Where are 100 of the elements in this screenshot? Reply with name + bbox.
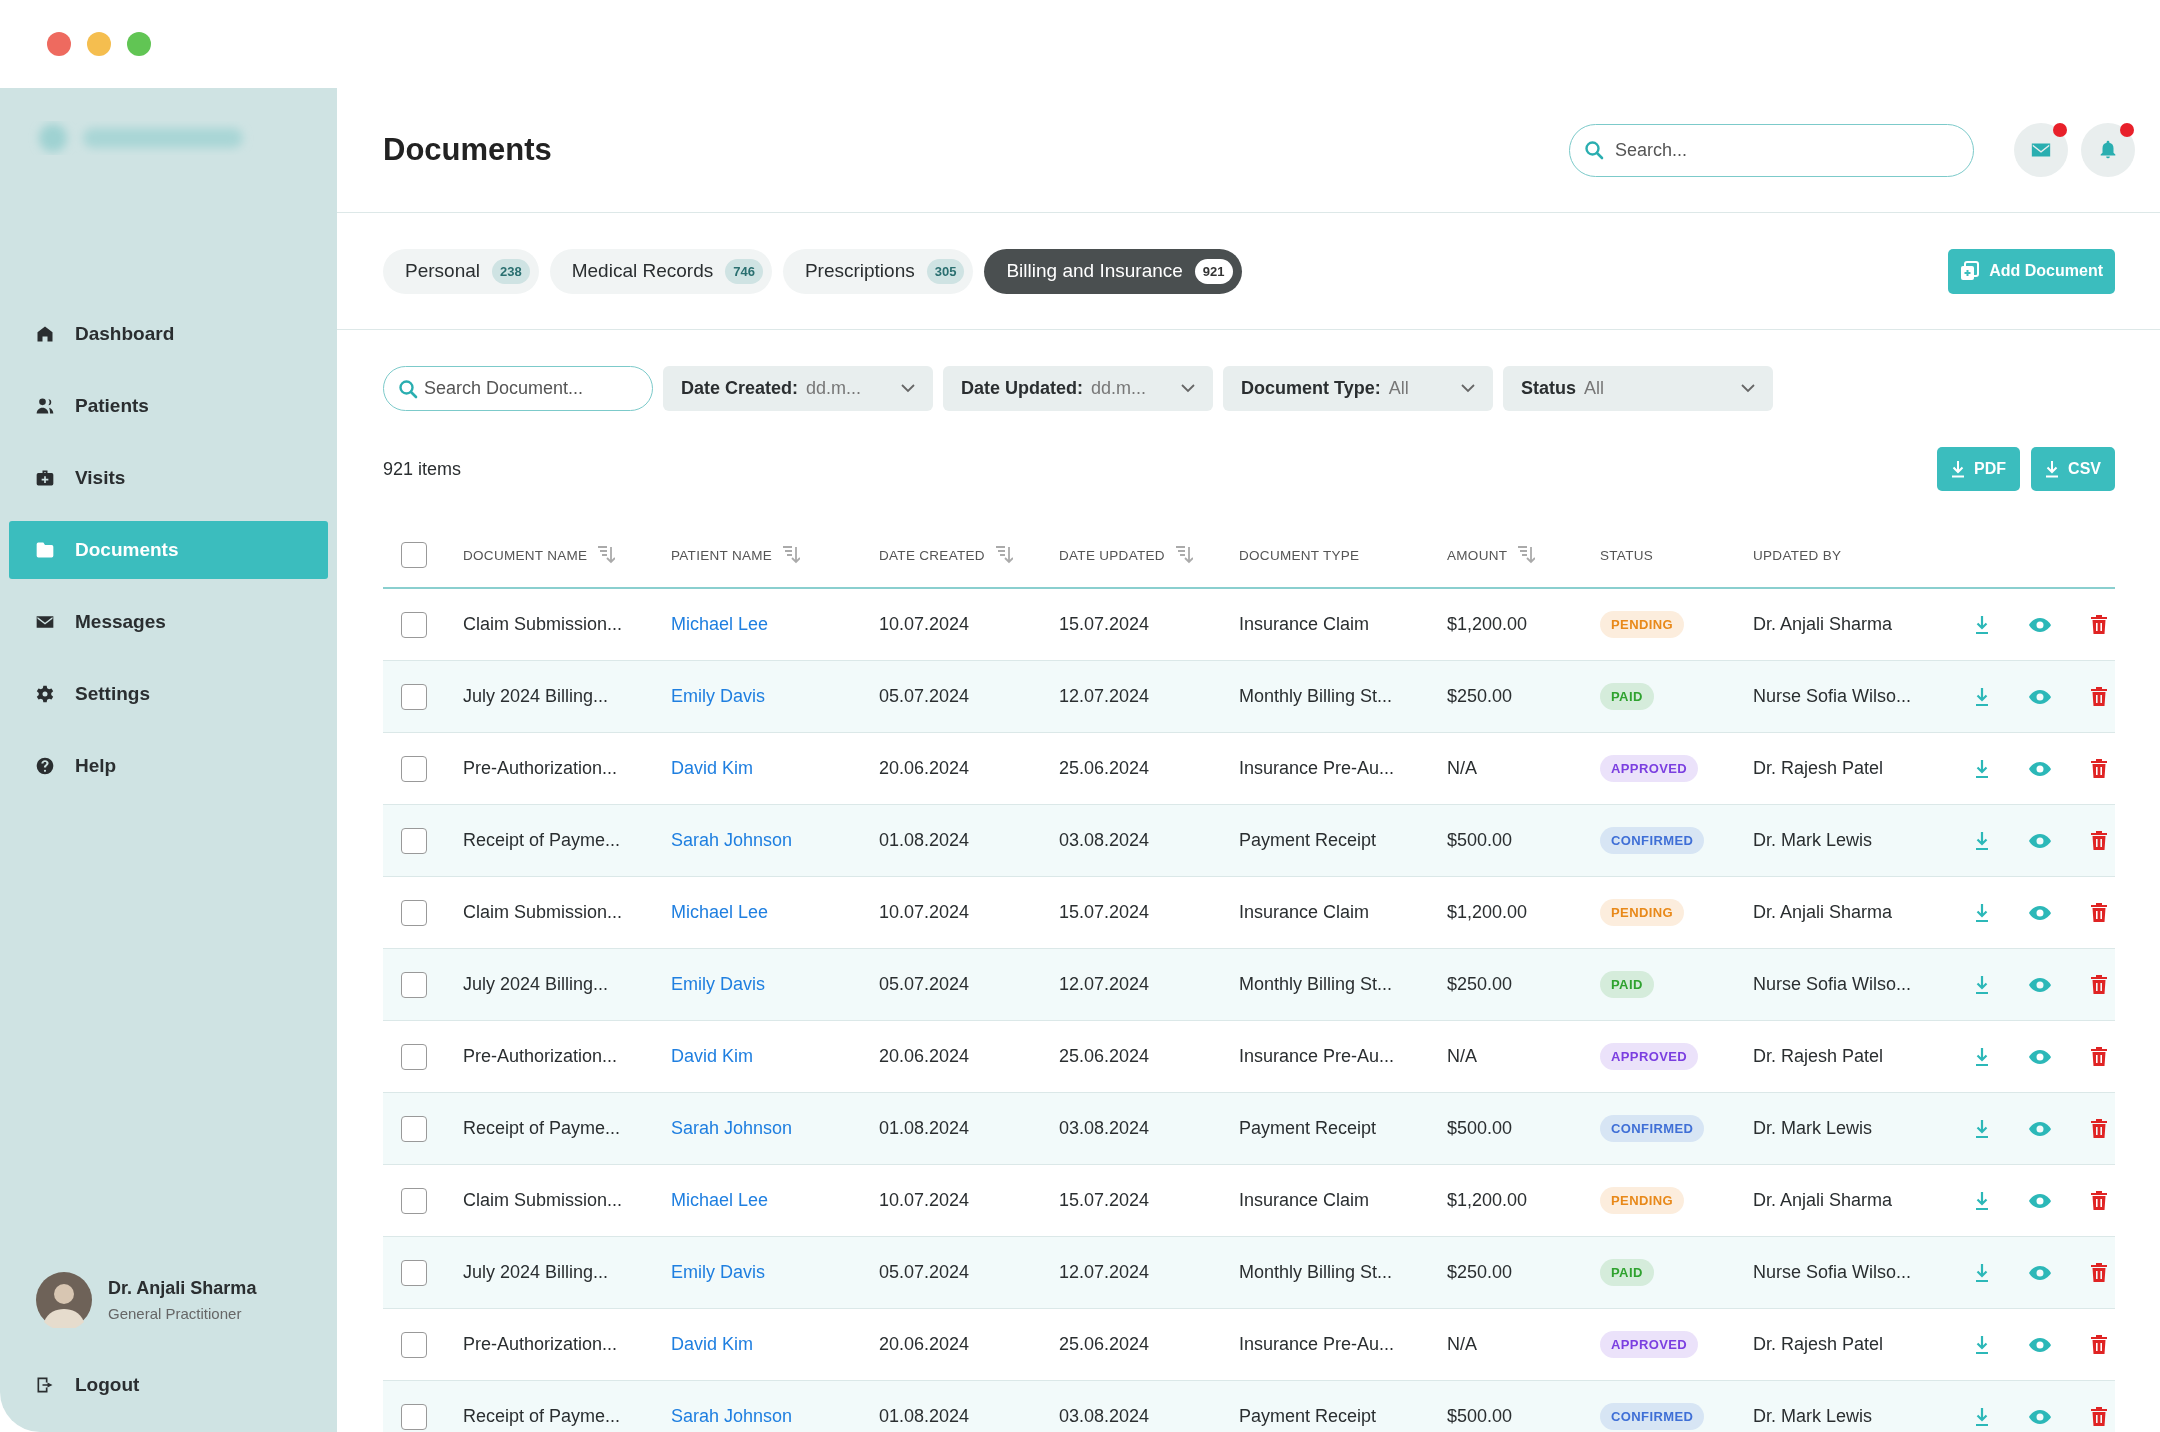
filter-dropdown[interactable]: Date Updated: dd.m... (943, 366, 1213, 411)
row-checkbox[interactable] (401, 827, 427, 854)
sort-icon[interactable] (1517, 545, 1536, 565)
row-checkbox[interactable] (401, 1115, 427, 1142)
table-cell: Dr. Rajesh Patel (1753, 1334, 1884, 1355)
eye-icon[interactable] (2029, 905, 2051, 920)
trash-icon[interactable] (2091, 687, 2107, 706)
trash-icon[interactable] (2091, 759, 2107, 778)
trash-icon[interactable] (2091, 1263, 2107, 1282)
download-icon[interactable] (1975, 830, 1989, 851)
download-icon[interactable] (1975, 902, 1989, 923)
row-checkbox[interactable] (401, 971, 427, 998)
export-button[interactable]: CSV (2031, 447, 2115, 491)
patient-link[interactable]: Sarah Johnson (671, 830, 793, 851)
download-icon[interactable] (1975, 1046, 1989, 1067)
patient-link[interactable]: David Kim (671, 1046, 754, 1067)
table-cell: 15.07.2024 (1059, 902, 1150, 923)
search-field[interactable]: Search Document... (383, 366, 653, 411)
download-icon[interactable] (1975, 974, 1989, 995)
medical-bag-icon (35, 468, 55, 488)
patient-link[interactable]: Michael Lee (671, 1190, 769, 1211)
sidebar-item[interactable]: Settings (9, 665, 328, 723)
row-checkbox[interactable] (401, 899, 427, 926)
trash-icon[interactable] (2091, 1407, 2107, 1426)
patient-link[interactable]: David Kim (671, 758, 754, 779)
row-checkbox[interactable] (401, 611, 427, 638)
row-checkbox[interactable] (401, 1187, 427, 1214)
download-icon[interactable] (1975, 686, 1989, 707)
eye-icon[interactable] (2029, 833, 2051, 848)
eye-icon[interactable] (2029, 1049, 2051, 1064)
chevron-down-icon (1461, 384, 1475, 393)
download-icon[interactable] (1975, 1406, 1989, 1427)
zoom-window-dot[interactable] (127, 32, 151, 56)
add-document-button[interactable]: Add Document (1948, 248, 2115, 294)
select-all-checkbox[interactable] (401, 542, 427, 568)
tab[interactable]: Billing and Insurance 921 (984, 248, 1242, 294)
sidebar-item[interactable]: Documents (9, 521, 328, 579)
download-icon[interactable] (1975, 1190, 1989, 1211)
filter-dropdown[interactable]: Status All (1503, 366, 1773, 411)
download-icon[interactable] (1975, 1118, 1989, 1139)
trash-icon[interactable] (2091, 903, 2107, 922)
tab[interactable]: Medical Records 746 (549, 248, 772, 294)
sort-icon[interactable] (597, 545, 616, 565)
sidebar-item[interactable]: Patients (9, 377, 328, 435)
tab[interactable]: Personal 238 (383, 248, 539, 294)
trash-icon[interactable] (2091, 831, 2107, 850)
row-checkbox[interactable] (401, 1403, 427, 1430)
row-checkbox[interactable] (401, 1259, 427, 1286)
trash-icon[interactable] (2091, 615, 2107, 634)
sidebar-item[interactable]: Messages (9, 593, 328, 651)
patient-link[interactable]: Michael Lee (671, 614, 769, 635)
patient-link[interactable]: Sarah Johnson (671, 1118, 793, 1139)
download-icon[interactable] (1975, 614, 1989, 635)
minimize-window-dot[interactable] (87, 32, 111, 56)
patient-link[interactable]: Michael Lee (671, 902, 769, 923)
close-window-dot[interactable] (47, 32, 71, 56)
table-cell: Nurse Sofia Wilso... (1753, 974, 1912, 995)
eye-icon[interactable] (2029, 1121, 2051, 1136)
trash-icon[interactable] (2091, 975, 2107, 994)
eye-icon[interactable] (2029, 977, 2051, 992)
table-cell: Nurse Sofia Wilso... (1753, 686, 1912, 707)
eye-icon[interactable] (2029, 761, 2051, 776)
patient-link[interactable]: David Kim (671, 1334, 754, 1355)
eye-icon[interactable] (2029, 1193, 2051, 1208)
row-checkbox[interactable] (401, 755, 427, 782)
logout-item[interactable]: Logout (9, 1356, 328, 1414)
sort-icon[interactable] (1174, 545, 1193, 565)
sidebar-item[interactable]: Help (9, 737, 328, 795)
patient-link[interactable]: Sarah Johnson (671, 1406, 793, 1427)
eye-icon[interactable] (2029, 689, 2051, 704)
patient-link[interactable]: Emily Davis (671, 1262, 765, 1283)
row-checkbox[interactable] (401, 1331, 427, 1358)
sidebar-item[interactable]: Dashboard (9, 305, 328, 363)
download-icon[interactable] (1975, 1334, 1989, 1355)
trash-icon[interactable] (2091, 1335, 2107, 1354)
sidebar-item[interactable]: Visits (9, 449, 328, 507)
row-checkbox[interactable] (401, 1043, 427, 1070)
sort-icon[interactable] (782, 545, 801, 565)
eye-icon[interactable] (2029, 1409, 2051, 1424)
filter-dropdown[interactable]: Document Type: All (1223, 366, 1493, 411)
filter-dropdown[interactable]: Date Created: dd.m... (663, 366, 933, 411)
messages-button[interactable] (2014, 123, 2068, 177)
notifications-button[interactable] (2081, 123, 2135, 177)
eye-icon[interactable] (2029, 1337, 2051, 1352)
trash-icon[interactable] (2091, 1119, 2107, 1138)
row-checkbox[interactable] (401, 683, 427, 710)
tab[interactable]: Prescriptions 305 (782, 248, 974, 294)
download-icon[interactable] (1975, 758, 1989, 779)
table-cell: $1,200.00 (1447, 614, 1528, 635)
patient-link[interactable]: Emily Davis (671, 974, 765, 995)
column-header: DOCUMENT TYPE (1239, 547, 1360, 563)
eye-icon[interactable] (2029, 617, 2051, 632)
search-field[interactable]: Search... (1569, 123, 1974, 177)
eye-icon[interactable] (2029, 1265, 2051, 1280)
sort-icon[interactable] (994, 545, 1013, 565)
patient-link[interactable]: Emily Davis (671, 686, 765, 707)
trash-icon[interactable] (2091, 1191, 2107, 1210)
export-button[interactable]: PDF (1937, 447, 2021, 491)
download-icon[interactable] (1975, 1262, 1989, 1283)
trash-icon[interactable] (2091, 1047, 2107, 1066)
